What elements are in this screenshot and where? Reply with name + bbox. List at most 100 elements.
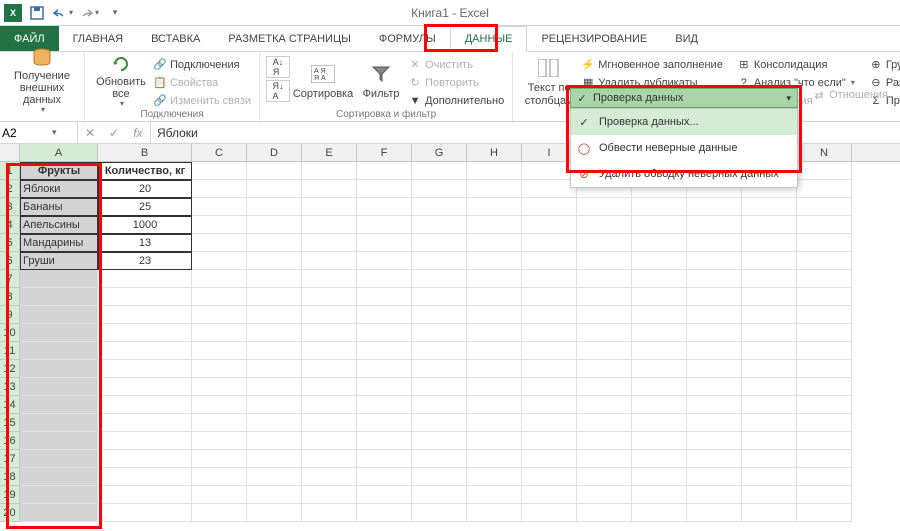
row-header[interactable]: 5 [0, 234, 20, 252]
cell[interactable] [632, 342, 687, 360]
cell[interactable] [357, 162, 412, 180]
cell[interactable] [632, 504, 687, 522]
cell[interactable] [412, 486, 467, 504]
cell[interactable] [192, 504, 247, 522]
cell[interactable] [412, 180, 467, 198]
cell[interactable] [357, 360, 412, 378]
cell[interactable] [522, 180, 577, 198]
cell[interactable] [302, 396, 357, 414]
cell[interactable] [467, 234, 522, 252]
cell[interactable] [797, 306, 852, 324]
cell[interactable] [522, 216, 577, 234]
cell[interactable] [247, 324, 302, 342]
cell[interactable] [20, 432, 98, 450]
tab-data[interactable]: ДАННЫЕ [450, 26, 528, 52]
cell[interactable] [797, 414, 852, 432]
cell[interactable] [412, 360, 467, 378]
cell[interactable] [98, 360, 192, 378]
cell[interactable] [247, 180, 302, 198]
fx-button[interactable]: fx [126, 126, 150, 140]
cell[interactable] [357, 234, 412, 252]
cell[interactable] [632, 432, 687, 450]
cell[interactable] [247, 252, 302, 270]
cancel-formula[interactable]: ✕ [78, 126, 102, 140]
cell[interactable] [357, 414, 412, 432]
cell[interactable] [797, 378, 852, 396]
cell[interactable] [687, 432, 742, 450]
cell[interactable] [797, 162, 852, 180]
cell[interactable] [192, 162, 247, 180]
cell[interactable] [302, 162, 357, 180]
row-header[interactable]: 13 [0, 378, 20, 396]
cell[interactable] [687, 324, 742, 342]
cell[interactable] [742, 414, 797, 432]
cell[interactable] [797, 342, 852, 360]
cell[interactable] [247, 306, 302, 324]
cell[interactable] [797, 216, 852, 234]
cell[interactable] [687, 378, 742, 396]
cell[interactable] [522, 198, 577, 216]
cell[interactable] [247, 360, 302, 378]
cell[interactable] [302, 342, 357, 360]
cell[interactable] [20, 324, 98, 342]
cell[interactable] [742, 378, 797, 396]
cell[interactable] [577, 342, 632, 360]
properties-button[interactable]: 📋Свойства [151, 74, 253, 91]
cell[interactable] [20, 486, 98, 504]
cell[interactable] [302, 234, 357, 252]
cell[interactable] [20, 342, 98, 360]
cell[interactable] [632, 234, 687, 252]
row-header[interactable]: 9 [0, 306, 20, 324]
cell[interactable] [357, 198, 412, 216]
refresh-all-button[interactable]: Обновить все [91, 54, 151, 109]
cell[interactable] [412, 234, 467, 252]
tab-formulas[interactable]: ФОРМУЛЫ [365, 26, 450, 51]
cell[interactable] [302, 324, 357, 342]
cell[interactable]: Бананы [20, 198, 98, 216]
tab-view[interactable]: ВИД [661, 26, 712, 51]
cell[interactable] [797, 468, 852, 486]
cell[interactable] [467, 288, 522, 306]
row-header[interactable]: 10 [0, 324, 20, 342]
cell[interactable] [632, 306, 687, 324]
cell[interactable] [302, 270, 357, 288]
cell[interactable] [577, 198, 632, 216]
cell[interactable]: 23 [98, 252, 192, 270]
cell[interactable] [522, 396, 577, 414]
cell[interactable] [467, 432, 522, 450]
cell[interactable] [577, 306, 632, 324]
cell[interactable] [522, 342, 577, 360]
cell[interactable] [577, 270, 632, 288]
cell[interactable] [522, 324, 577, 342]
cell[interactable] [98, 504, 192, 522]
tab-insert[interactable]: ВСТАВКА [137, 26, 214, 51]
cell[interactable] [98, 288, 192, 306]
cell[interactable] [20, 504, 98, 522]
cell[interactable] [192, 360, 247, 378]
cell[interactable] [467, 468, 522, 486]
filter-button[interactable]: Фильтр [356, 54, 406, 109]
sort-za-button[interactable]: Я↓А [266, 80, 290, 102]
cell[interactable] [302, 180, 357, 198]
row-header[interactable]: 18 [0, 468, 20, 486]
cell[interactable] [577, 360, 632, 378]
col-header-a[interactable]: A [20, 144, 98, 161]
cell[interactable] [98, 396, 192, 414]
cell[interactable] [742, 324, 797, 342]
cell[interactable] [687, 414, 742, 432]
cell[interactable] [302, 468, 357, 486]
cell[interactable] [742, 468, 797, 486]
cell[interactable] [357, 396, 412, 414]
col-header-h[interactable]: H [467, 144, 522, 161]
cell[interactable] [247, 162, 302, 180]
row-header[interactable]: 15 [0, 414, 20, 432]
cell[interactable] [632, 216, 687, 234]
row-header[interactable]: 19 [0, 486, 20, 504]
cell[interactable] [20, 378, 98, 396]
cell[interactable] [742, 396, 797, 414]
cell[interactable] [302, 450, 357, 468]
cell[interactable] [742, 198, 797, 216]
tab-home[interactable]: ГЛАВНАЯ [59, 26, 137, 51]
cell[interactable] [192, 378, 247, 396]
cell[interactable] [522, 414, 577, 432]
